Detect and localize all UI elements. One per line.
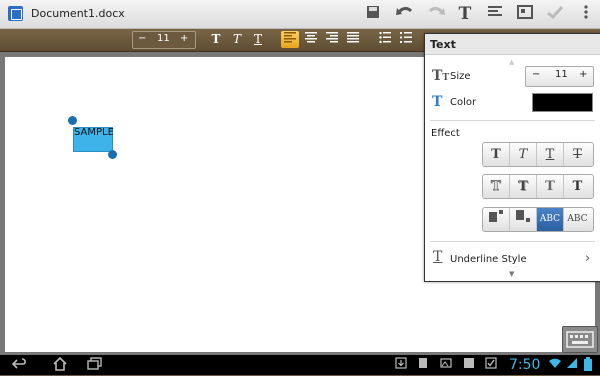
selection-start-handle[interactable] — [68, 116, 77, 125]
superscript-button[interactable] — [483, 208, 510, 231]
size-plus-button[interactable]: + — [579, 69, 587, 80]
effect-shadow-button[interactable]: T — [510, 175, 537, 198]
battery-icon — [584, 357, 592, 376]
signal-icon — [566, 357, 578, 374]
align-justify-button[interactable] — [344, 31, 362, 48]
back-icon[interactable] — [11, 357, 28, 376]
paragraph-icon[interactable] — [485, 4, 505, 24]
chevron-right-icon[interactable]: › — [585, 251, 590, 266]
effect-outline-button[interactable]: T — [483, 175, 510, 198]
color-label: Color — [450, 97, 477, 108]
effect-underline-button[interactable]: T — [537, 143, 564, 166]
effect-small-caps-button[interactable]: ABC — [564, 208, 591, 231]
checkbox-icon — [485, 357, 497, 374]
size-stepper[interactable]: − 11 + — [525, 66, 594, 87]
redo-icon[interactable] — [426, 4, 446, 24]
effect-strikethrough-button[interactable]: T — [564, 143, 591, 166]
bold-button[interactable]: T — [207, 31, 225, 48]
effect-emboss-button[interactable]: T — [537, 175, 564, 198]
italic-button[interactable]: T — [228, 31, 246, 48]
effect-normal-caps-button[interactable]: ABC — [537, 208, 564, 231]
size-value: 11 — [555, 69, 568, 80]
align-right-button[interactable] — [323, 31, 341, 48]
align-left-button[interactable] — [281, 31, 299, 48]
recent-apps-icon[interactable] — [87, 357, 103, 376]
font-size-plus-button[interactable]: + — [180, 33, 188, 44]
bullet-list-button[interactable] — [376, 31, 394, 48]
color-swatch[interactable] — [532, 93, 593, 112]
document-title: Document1.docx — [31, 7, 125, 20]
font-color-icon: T — [432, 94, 443, 110]
align-center-button[interactable] — [302, 31, 320, 48]
effect-group-3: ABC ABC — [482, 207, 594, 232]
divider — [430, 120, 595, 121]
text-format-icon[interactable]: T — [455, 4, 475, 24]
effect-label: Effect — [431, 128, 460, 139]
file-icon — [418, 357, 428, 374]
size-minus-button[interactable]: − — [532, 69, 540, 80]
numbered-list-button[interactable] — [397, 31, 415, 48]
effect-bold-button[interactable]: T — [483, 143, 510, 166]
font-size-value: 11 — [157, 33, 170, 44]
status-clock: 7:50 — [509, 357, 541, 373]
effect-engrave-button[interactable]: T — [564, 175, 591, 198]
scroll-up-icon: ▲ — [509, 58, 515, 66]
selection-end-handle[interactable] — [108, 150, 117, 159]
divider — [430, 241, 595, 242]
effect-italic-button[interactable]: T — [510, 143, 537, 166]
effect-group-2: T T T T — [482, 174, 594, 199]
pen-icon[interactable] — [545, 4, 565, 24]
subscript-button[interactable] — [510, 208, 537, 231]
text-format-panel: Text ▲ TT Size − 11 + T Color Effect T T… — [424, 33, 600, 282]
size-label: Size — [450, 71, 471, 82]
download-icon — [395, 357, 407, 374]
home-icon[interactable] — [52, 356, 68, 376]
app-logo-icon — [8, 6, 23, 21]
font-size-minus-button[interactable]: − — [138, 33, 146, 44]
panel-title: Text — [425, 34, 600, 55]
image-icon — [440, 357, 452, 374]
font-size-icon: TT — [432, 68, 450, 84]
font-size-stepper[interactable]: − 11 + — [132, 31, 196, 49]
effect-group-1: T T T T — [482, 142, 594, 167]
notification-icon — [463, 357, 475, 374]
insert-image-icon[interactable] — [515, 4, 535, 24]
scroll-down-icon: ▼ — [509, 270, 515, 278]
keyboard-icon[interactable] — [562, 326, 598, 353]
underline-button[interactable]: T — [249, 31, 267, 48]
overflow-menu-icon[interactable] — [576, 4, 596, 24]
selected-text-box[interactable]: SAMPLE — [73, 127, 114, 152]
underline-style-icon: T — [433, 249, 443, 265]
undo-icon[interactable] — [395, 4, 415, 24]
underline-style-label[interactable]: Underline Style — [450, 254, 527, 265]
wifi-icon — [548, 357, 562, 374]
save-icon[interactable] — [363, 4, 383, 24]
